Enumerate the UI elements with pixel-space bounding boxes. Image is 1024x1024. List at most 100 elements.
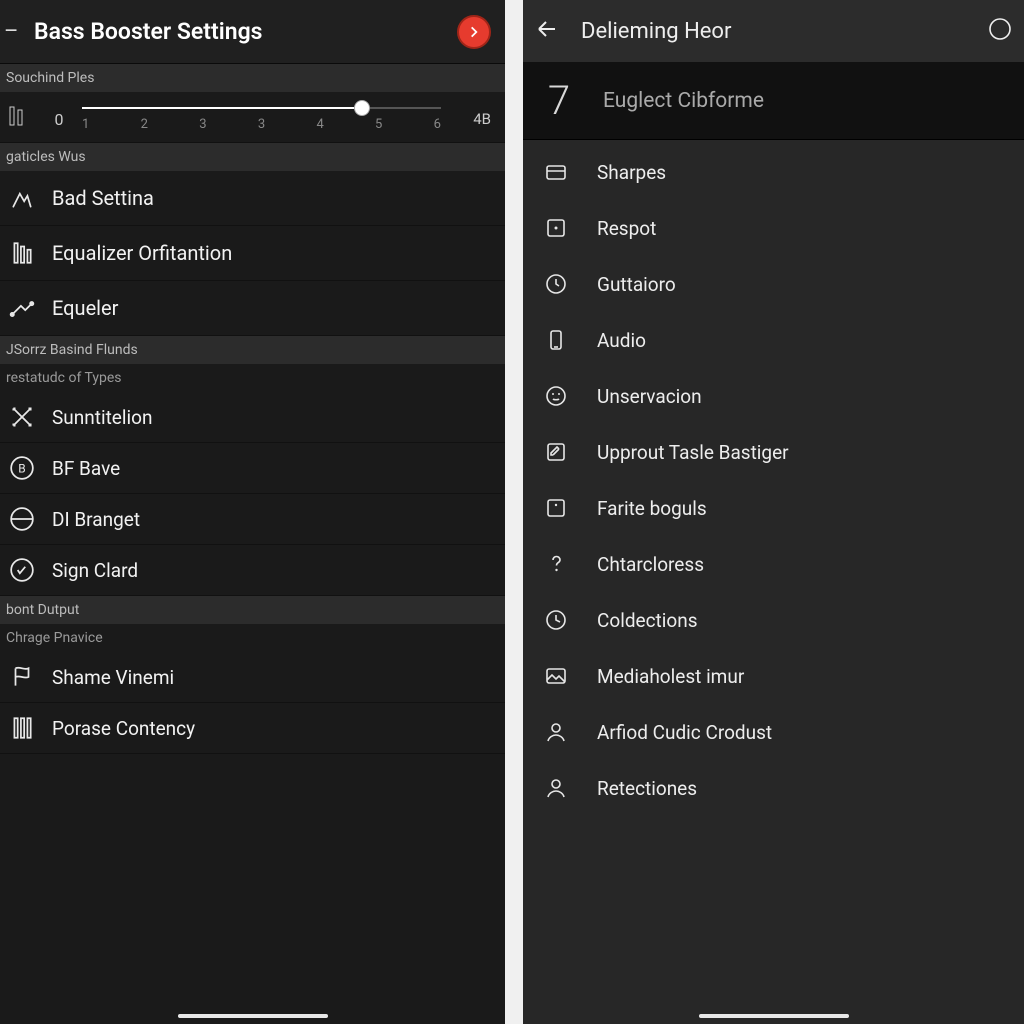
item-label: BF Bave — [52, 457, 120, 480]
edit-icon — [541, 440, 571, 464]
item-label: Bad Settina — [52, 186, 154, 210]
menu-label: Unservacion — [597, 385, 702, 408]
arrow-left-icon — [535, 17, 559, 41]
section-header-4: bont Dutput — [0, 596, 505, 624]
menu-item[interactable]: Upprout Tasle Bastiger — [523, 424, 1024, 480]
slider-max: 4B — [451, 110, 495, 128]
menu-item[interactable]: Respot — [523, 200, 1024, 256]
slider-tick: 4 — [316, 117, 323, 132]
menu-label: Retectiones — [597, 777, 697, 800]
item-label: Shame Vinemi — [52, 666, 174, 689]
item-icon — [6, 185, 38, 211]
item-icon — [6, 506, 38, 532]
svg-text:B: B — [18, 461, 25, 475]
card-icon — [541, 160, 571, 184]
item-icon — [6, 715, 38, 741]
menu-label: Guttaioro — [597, 273, 676, 296]
section-sub-4: Chrage Pnavice — [0, 624, 505, 652]
list-item[interactable]: Sunntitelion — [0, 392, 505, 443]
item-label: Sunntitelion — [52, 406, 152, 429]
list-item[interactable]: Shame Vinemi — [0, 652, 505, 703]
item-icon: B — [6, 455, 38, 481]
list-item[interactable]: DI Branget — [0, 494, 505, 545]
menu-item[interactable]: Sharpes — [523, 144, 1024, 200]
menu-item[interactable]: Unservacion — [523, 368, 1024, 424]
item-icon — [6, 404, 38, 430]
question-icon — [541, 552, 571, 576]
list-item[interactable]: Sign Clard — [0, 545, 505, 596]
slider-tick: 3 — [258, 117, 265, 132]
menu-item[interactable]: Mediaholest imur — [523, 648, 1024, 704]
menu-item[interactable]: Retectiones — [523, 760, 1024, 816]
menu-item[interactable]: Coldections — [523, 592, 1024, 648]
box-dot2-icon — [541, 496, 571, 520]
item-icon — [6, 295, 38, 321]
phone-icon — [541, 328, 571, 352]
menu-item[interactable]: Guttaioro — [523, 256, 1024, 312]
item-label: Equeler — [52, 296, 118, 320]
face-icon — [541, 384, 571, 408]
menu-label: Chtarcloress — [597, 553, 704, 576]
section-sub-3: restatudc of Types — [0, 364, 505, 392]
item-label: Sign Clard — [52, 559, 138, 582]
menu-label: Coldections — [597, 609, 698, 632]
menu-label: Mediaholest imur — [597, 665, 744, 688]
menu-label: Arfiod Cudic Crodust — [597, 721, 772, 744]
menu-label: Audio — [597, 329, 646, 352]
info-button[interactable] — [988, 17, 1012, 45]
menu-item[interactable]: Audio — [523, 312, 1024, 368]
menu-label: Farite boguls — [597, 497, 707, 520]
menu-label: Upprout Tasle Bastiger — [597, 441, 789, 464]
section-header-2: gaticles Wus — [0, 143, 505, 171]
left-title: Bass Booster Settings — [34, 18, 457, 45]
item-label: DI Branget — [52, 508, 140, 531]
list-item[interactable]: Bad Settina — [0, 171, 505, 226]
section-header-1: Souchind Ples — [0, 64, 505, 92]
list-item[interactable]: Equeler — [0, 281, 505, 336]
right-header: Delieming Heor — [523, 0, 1024, 62]
menu-item[interactable]: Farite boguls — [523, 480, 1024, 536]
list-item[interactable]: Equalizer Orfitantion — [0, 226, 505, 281]
left-header: – Bass Booster Settings — [0, 0, 505, 64]
slider-tick: 5 — [375, 117, 382, 132]
menu-item[interactable]: Chtarcloress — [523, 536, 1024, 592]
summary-number: 7 — [539, 77, 579, 124]
menu-label: Respot — [597, 217, 656, 240]
slider-icon — [6, 104, 36, 134]
menu-label: Sharpes — [597, 161, 666, 184]
item-icon — [6, 664, 38, 690]
home-indicator[interactable] — [178, 1014, 328, 1018]
item-label: Equalizer Orfitantion — [52, 241, 232, 265]
back-button[interactable]: – — [4, 19, 34, 44]
action-button[interactable] — [457, 15, 491, 49]
left-panel: – Bass Booster Settings Souchind Ples 0 … — [0, 0, 505, 1024]
slider-row: 0 1 2 3 3 4 5 6 4B — [0, 92, 505, 143]
right-title: Delieming Heor — [581, 19, 970, 44]
summary-label: Euglect Cibforme — [603, 89, 764, 113]
section-header-3: JSorrz Basind Flunds — [0, 336, 505, 364]
menu-item[interactable]: Arfiod Cudic Crodust — [523, 704, 1024, 760]
person-icon — [541, 720, 571, 744]
slider-tick: 3 — [199, 117, 206, 132]
item-icon — [6, 240, 38, 266]
slider-tick: 1 — [82, 117, 89, 132]
image-icon — [541, 664, 571, 688]
right-panel: Delieming Heor 7 Euglect Cibforme Sharpe… — [523, 0, 1024, 1024]
clock-icon — [541, 608, 571, 632]
slider-min: 0 — [46, 110, 72, 129]
box-dot-icon — [541, 216, 571, 240]
summary-row[interactable]: 7 Euglect Cibforme — [523, 62, 1024, 140]
info-icon — [988, 17, 1012, 41]
chevron-right-icon — [467, 25, 481, 39]
slider[interactable]: 1 2 3 3 4 5 6 — [82, 107, 441, 132]
item-label: Porase Contency — [52, 717, 195, 740]
home-indicator[interactable] — [699, 1014, 849, 1018]
clock-arrow-icon — [541, 272, 571, 296]
slider-tick: 6 — [434, 117, 441, 132]
back-button[interactable] — [535, 17, 563, 45]
list-item[interactable]: B BF Bave — [0, 443, 505, 494]
slider-tick: 2 — [141, 117, 148, 132]
person-icon — [541, 776, 571, 800]
item-icon — [6, 557, 38, 583]
list-item[interactable]: Porase Contency — [0, 703, 505, 754]
